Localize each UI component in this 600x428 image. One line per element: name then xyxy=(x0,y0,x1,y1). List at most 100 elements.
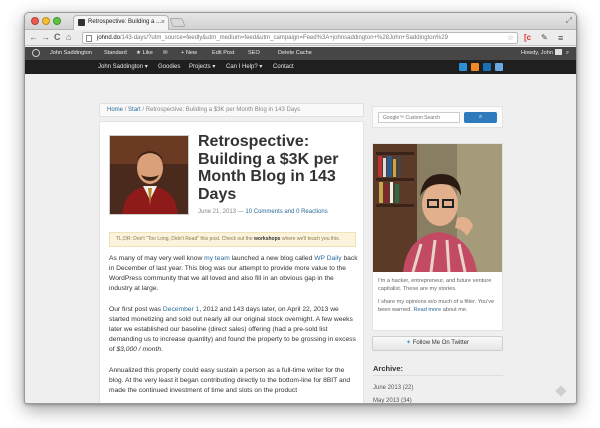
new-tab-button[interactable] xyxy=(169,18,186,27)
favicon-icon xyxy=(78,19,85,26)
maximize-window-button[interactable] xyxy=(53,17,61,25)
avatar xyxy=(554,49,562,55)
paragraph-3: Annualized this property could easy sust… xyxy=(109,367,351,394)
nav-can-i-help[interactable]: Can I Help? ▾ xyxy=(226,60,262,74)
p1-text-b: launched a new blog called xyxy=(231,255,313,262)
archive-count: (34) xyxy=(401,398,412,404)
search-icon[interactable]: ⌕ xyxy=(566,47,569,60)
admin-new[interactable]: + New xyxy=(181,47,197,60)
twitter-icon[interactable] xyxy=(459,63,467,71)
menu-icon[interactable]: ≡ xyxy=(558,32,563,44)
back-button[interactable]: ← xyxy=(29,31,38,44)
page: Retrospective: Building a ... × ⤢ ← → C … xyxy=(0,0,600,428)
nav-goodies[interactable]: Goodies xyxy=(158,60,180,74)
browser-window: Retrospective: Building a ... × ⤢ ← → C … xyxy=(24,12,577,404)
p2-text-a: Our first post was xyxy=(109,306,162,313)
profile-widget: I'm a hacker, entrepreneur, and future v… xyxy=(372,143,503,331)
wrench-icon[interactable]: ✎ xyxy=(541,32,548,44)
search-button[interactable]: ⌕ xyxy=(464,112,497,123)
minimize-window-button[interactable] xyxy=(42,17,50,25)
archive-item[interactable]: May 2013 (34) xyxy=(373,398,412,404)
forward-button[interactable]: → xyxy=(41,31,50,44)
archive-month: May 2013 xyxy=(373,398,400,404)
browser-toolbar: ← → C ⌂ johnd.do/143-days/?utm_source=fe… xyxy=(25,30,576,46)
p2-emphasis: $3,000 / month xyxy=(116,346,162,353)
breadcrumb-start[interactable]: Start xyxy=(128,107,141,113)
url-path: /143-days/?utm_source=feedly&utm_medium=… xyxy=(120,35,448,41)
tab-title: Retrospective: Building a ... xyxy=(88,19,162,25)
search-widget: ⌕ xyxy=(372,106,503,128)
wp-admin-bar: John Saddington Standard ★ Like ✉ + New … xyxy=(25,47,576,60)
site-nav: John Saddington ▾ Goodies Projects ▾ Can… xyxy=(25,60,576,74)
nav-contact[interactable]: Contact xyxy=(273,60,294,74)
fullscreen-icon[interactable]: ⤢ xyxy=(566,16,572,26)
p1-text-a: As many of may very well know xyxy=(109,255,203,262)
extension-c-icon[interactable]: [c xyxy=(524,32,531,44)
read-more-link[interactable]: Read more xyxy=(413,307,441,313)
article-date: June 21, 2013 xyxy=(198,209,237,215)
breadcrumb-separator: / xyxy=(124,107,127,113)
admin-site-name[interactable]: John Saddington xyxy=(50,47,92,60)
bio2-text-b: about me. xyxy=(442,307,468,313)
page-icon xyxy=(86,35,92,42)
comments-icon[interactable]: ✉ xyxy=(163,47,168,60)
breadcrumb-separator: / xyxy=(142,107,145,113)
comments-link[interactable]: 10 Comments and 0 Reactions xyxy=(245,209,327,215)
nav-john-saddington[interactable]: John Saddington ▾ xyxy=(98,60,148,74)
page-content: Home / Start / Retrospective: Building a… xyxy=(25,74,576,404)
url-host: johnd.do xyxy=(97,35,121,41)
article-title: Retrospective: Building a $3K per Month … xyxy=(198,133,339,203)
tldr-notice: TL;DR: Don't "Too Long, Didn't Read" thi… xyxy=(109,232,356,247)
home-button[interactable]: ⌂ xyxy=(66,31,71,44)
bookmark-star-icon[interactable]: ☆ xyxy=(507,33,514,43)
archive-item[interactable]: June 2013 (22) xyxy=(373,385,413,391)
meta-dash: — xyxy=(237,209,244,215)
email-icon[interactable] xyxy=(495,63,503,71)
paragraph-2: Our first post was December 1, 2012 and … xyxy=(109,305,359,355)
scroll-to-top-icon[interactable] xyxy=(555,385,567,397)
article-meta: June 21, 2013 — 10 Comments and 0 Reacti… xyxy=(198,209,328,215)
bio-text-2: I share my opinions w/o much of a filter… xyxy=(378,298,499,314)
admin-seo[interactable]: SEO xyxy=(248,47,260,60)
address-bar[interactable]: johnd.do/143-days/?utm_source=feedly&utm… xyxy=(82,32,518,44)
author-photo-graphic xyxy=(110,136,188,214)
follow-label: Follow Me On Twitter xyxy=(412,340,469,346)
wordpress-logo-icon[interactable] xyxy=(32,49,40,57)
admin-like[interactable]: ★ Like xyxy=(136,47,153,60)
workshops-link[interactable]: workshops xyxy=(254,236,280,242)
profile-photo xyxy=(373,144,502,272)
paragraph-1: As many of may very well know my team la… xyxy=(109,254,359,294)
nav-projects[interactable]: Projects ▾ xyxy=(189,60,215,74)
my-team-link[interactable]: my team xyxy=(204,255,230,262)
tldr-prefix: TL;DR: Don't "Too Long, Didn't Read" thi… xyxy=(116,236,253,242)
tldr-suffix: where we'll teach you this. xyxy=(281,236,341,242)
admin-howdy[interactable]: Howdy, John xyxy=(521,47,562,60)
breadcrumb-home[interactable]: Home xyxy=(107,107,123,113)
linkedin-icon[interactable] xyxy=(483,63,491,71)
follow-twitter-button[interactable]: ✦ Follow Me On Twitter xyxy=(372,336,503,351)
twitter-bird-icon: ✦ xyxy=(406,340,412,346)
p2-text-c: . xyxy=(161,346,163,353)
rss-icon[interactable] xyxy=(471,63,479,71)
archive-count: (22) xyxy=(402,385,414,391)
admin-delete-cache[interactable]: Delete Cache xyxy=(278,47,312,60)
archive-month: June 2013 xyxy=(373,385,402,391)
author-photo xyxy=(109,135,189,215)
browser-tab[interactable]: Retrospective: Building a ... × xyxy=(73,15,169,30)
december-link[interactable]: December 1 xyxy=(163,306,199,313)
wp-daily-link[interactable]: WP Daily xyxy=(314,255,341,262)
profile-photo-graphic xyxy=(373,144,502,272)
close-window-button[interactable] xyxy=(31,17,39,25)
tab-close-icon[interactable]: × xyxy=(161,16,165,29)
breadcrumb: Home / Start / Retrospective: Building a… xyxy=(99,103,364,117)
admin-standard[interactable]: Standard xyxy=(104,47,127,60)
archive-heading: Archive: xyxy=(373,364,404,373)
tab-strip: Retrospective: Building a ... × ⤢ xyxy=(25,13,576,30)
bio-text-1: I'm a hacker, entrepreneur, and future v… xyxy=(378,278,492,292)
howdy-label: Howdy, John xyxy=(521,50,553,56)
search-input[interactable] xyxy=(378,112,460,123)
reload-button[interactable]: C xyxy=(54,31,61,44)
admin-edit-post[interactable]: Edit Post xyxy=(212,47,234,60)
article: Retrospective: Building a $3K per Month … xyxy=(99,121,364,403)
archive-divider xyxy=(373,375,503,376)
